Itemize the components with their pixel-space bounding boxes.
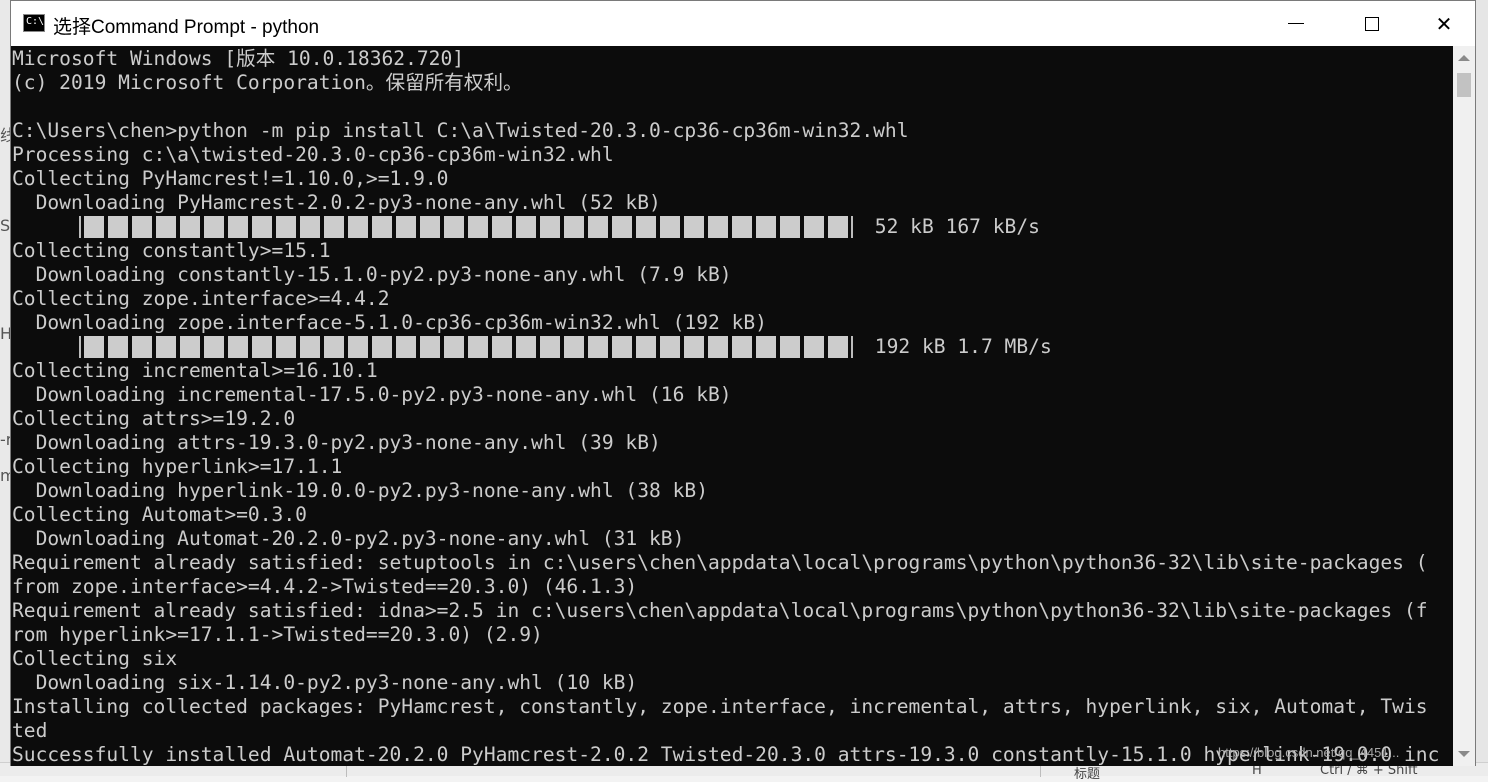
minimize-icon	[1288, 23, 1304, 24]
cmd-icon-text: C:\	[26, 16, 45, 27]
console-line: Collecting Automat>=0.3.0	[12, 503, 307, 526]
scrollbar-thumb[interactable]	[1457, 73, 1471, 97]
console-line: Installing collected packages: PyHamcres…	[12, 695, 1428, 718]
progress-fill	[84, 216, 848, 238]
console-line: Processing c:\a\twisted-20.3.0-cp36-cp36…	[12, 143, 614, 166]
console-line: rom hyperlink>=17.1.1->Twisted==20.3.0) …	[12, 623, 543, 646]
progress-fill	[84, 336, 848, 358]
progress-stats: 192 kB 1.7 MB/s	[863, 335, 1052, 358]
console-line: ted	[12, 719, 48, 742]
watermark: https://blog.csdn.net/qq_4451...	[1218, 745, 1400, 760]
console-line: C:\Users\chen>python -m pip install C:\a…	[12, 119, 909, 142]
console-line: Downloading hyperlink-19.0.0-py2.py3-non…	[12, 479, 708, 502]
close-icon: ✕	[1435, 11, 1453, 36]
console-line: Downloading constantly-15.1.0-py2.py3-no…	[12, 263, 732, 286]
console-line: Collecting attrs>=19.2.0	[12, 407, 296, 430]
console-line: Microsoft Windows [版本 10.0.18362.720]	[12, 47, 465, 70]
console-line: Downloading zope.interface-5.1.0-cp36-cp…	[12, 311, 767, 334]
console-line: Collecting hyperlink>=17.1.1	[12, 455, 343, 478]
console-line: Collecting incremental>=16.10.1	[12, 359, 378, 382]
progress-stats: 52 kB 167 kB/s	[863, 215, 1040, 238]
window-title: 选择Command Prompt - python	[53, 17, 320, 38]
background-char: S	[0, 216, 11, 235]
console-line: Collecting PyHamcrest!=1.10.0,>=1.9.0	[12, 167, 449, 190]
console-line: Collecting six	[12, 647, 178, 670]
console-line: Collecting zope.interface>=4.4.2	[12, 287, 390, 310]
close-button[interactable]: ✕	[1409, 1, 1479, 46]
command-prompt-window: C:\ 选择Command Prompt - python ✕ 52 kB 16…	[10, 0, 1476, 766]
cmd-console-icon[interactable]: C:\	[23, 14, 45, 32]
vertical-scrollbar[interactable]	[1453, 46, 1475, 766]
arrow-down-icon	[1458, 751, 1470, 757]
console-line: Downloading PyHamcrest-2.0.2-py3-none-an…	[12, 191, 661, 214]
console-line: Requirement already satisfied: idna>=2.5…	[12, 599, 1428, 622]
console-output[interactable]: 52 kB 167 kB/s 192 kB 1.7 MB/s Microsoft…	[11, 46, 1453, 766]
console-line: Downloading attrs-19.3.0-py2.py3-none-an…	[12, 431, 661, 454]
title-bar[interactable]: C:\ 选择Command Prompt - python ✕	[11, 1, 1475, 46]
console-line: Collecting constantly>=15.1	[12, 239, 331, 262]
scroll-up-button[interactable]	[1453, 46, 1475, 70]
console-line: Requirement already satisfied: setuptool…	[12, 551, 1428, 574]
maximize-icon	[1365, 16, 1379, 31]
arrow-up-icon	[1458, 55, 1470, 61]
minimize-button[interactable]	[1261, 1, 1331, 46]
console-line: Downloading Automat-20.2.0-py2.py3-none-…	[12, 527, 685, 550]
scroll-down-button[interactable]	[1453, 742, 1475, 766]
maximize-button[interactable]	[1337, 1, 1407, 46]
console-line: (c) 2019 Microsoft Corporation。保留所有权利。	[12, 71, 523, 94]
progress-bar	[79, 215, 853, 239]
console-line: Downloading six-1.14.0-py2.py3-none-any.…	[12, 671, 638, 694]
progress-bar	[79, 335, 853, 359]
console-line: from zope.interface>=4.4.2->Twisted==20.…	[12, 575, 638, 598]
console-line: Downloading incremental-17.5.0-py2.py3-n…	[12, 383, 732, 406]
background-editor-right	[1476, 0, 1488, 776]
